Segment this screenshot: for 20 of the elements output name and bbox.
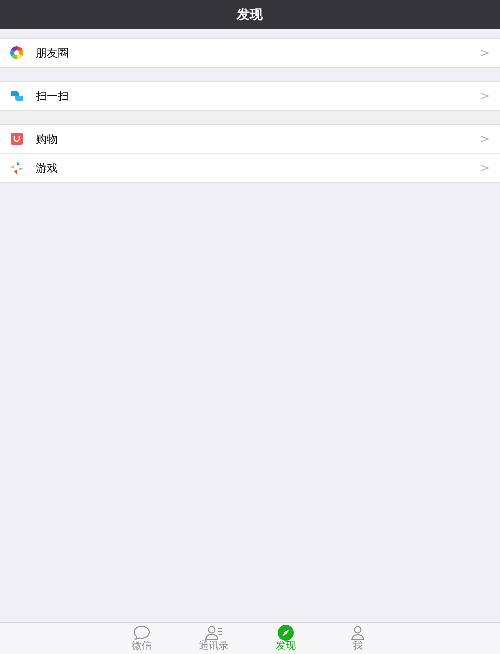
menu-item[interactable]: 购物 > [0,125,500,153]
contacts-icon [205,625,223,641]
menu-label: 朋友圈 [36,46,70,60]
menu-label: 购物 [36,132,59,146]
chevron-icon: > [480,161,490,175]
chevron-icon: > [480,132,490,146]
chevron-icon: > [480,89,490,103]
page-title: 发现 [237,6,263,24]
compass-icon [278,625,294,641]
menu-item[interactable]: 扫一扫 > [0,82,500,110]
menu-item[interactable]: 游戏 > [0,153,500,182]
chevron-icon: > [480,46,490,60]
person-icon [350,625,366,641]
menu-item[interactable]: 朋友圈 > [0,39,500,67]
scan-icon [10,89,24,103]
menu-label: 游戏 [36,160,59,176]
menu-label: 扫一扫 [36,88,70,104]
shopping-bag-icon [10,132,24,146]
aperture-icon [10,46,24,60]
speech-bubble-icon [133,625,151,641]
